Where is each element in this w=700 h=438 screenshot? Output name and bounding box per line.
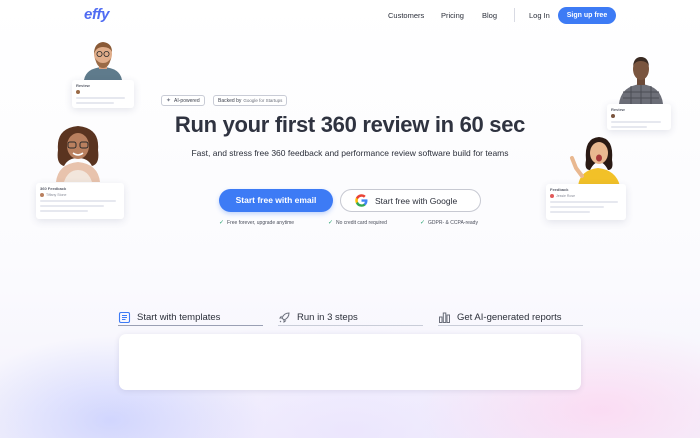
card-title: Review [76, 83, 90, 88]
tab-underline-active [118, 325, 263, 326]
google-g-icon [355, 194, 368, 207]
avatar-man-plaid [617, 52, 665, 104]
nav-divider [514, 8, 515, 22]
tab-underline [438, 325, 583, 326]
logo[interactable]: effy [84, 6, 110, 23]
sparkle-icon: ✦ [166, 98, 172, 104]
tab-run-in-3-steps[interactable]: Run in 3 steps [278, 307, 358, 327]
bar-chart-icon [439, 312, 450, 323]
start-free-google-label: Start free with Google [375, 195, 458, 206]
document-icon [118, 311, 131, 323]
nav-link-pricing[interactable]: Pricing [441, 11, 464, 20]
check-free-forever: ✓ Free forever, upgrade anytime [219, 219, 295, 227]
rocket-icon [279, 311, 290, 323]
feature-panel [119, 334, 581, 390]
ai-powered-badge: ✦ AI-powered [161, 95, 205, 106]
signup-button[interactable]: Sign up free [558, 7, 616, 24]
review-card-left: Review [72, 80, 134, 108]
avatar-man-beard [80, 38, 126, 80]
page-title: Run your first 360 review in 60 sec [174, 112, 526, 137]
card-person-name: Tiffany Stone [46, 193, 67, 197]
tab-start-with-templates[interactable]: Start with templates [118, 307, 220, 327]
check-gdpr: ✓ GDPR- & CCPA-ready [420, 219, 478, 227]
tab-underline [278, 325, 423, 326]
card-title: Feedback [550, 187, 569, 192]
top-nav: effy Customers Pricing Blog Log In Sign … [0, 0, 700, 30]
login-link[interactable]: Log In [529, 11, 550, 20]
tab-label: Get AI-generated reports [457, 311, 562, 323]
page-subtitle: Fast, and stress free 360 feedback and p… [191, 148, 509, 158]
nav-link-customers[interactable]: Customers [388, 11, 424, 20]
feedback-card-left: 360 Feedback Tiffany Stone [36, 183, 124, 219]
tab-label: Run in 3 steps [297, 311, 358, 323]
check-no-credit-card: ✓ No credit card required [328, 219, 387, 227]
google-for-startups-label: Google for Startups [243, 98, 283, 103]
tab-label: Start with templates [137, 311, 221, 323]
avatar-woman-yellow [568, 132, 624, 186]
feedback-card-right: Feedback Jessie Rose [546, 184, 626, 220]
start-free-google-button[interactable]: Start free with Google [340, 189, 481, 212]
check-icon: ✓ [219, 220, 225, 226]
check-icon: ✓ [420, 220, 426, 226]
tab-get-ai-reports[interactable]: Get AI-generated reports [438, 307, 562, 327]
card-title: 360 Feedback [40, 186, 67, 191]
backed-by-label: Backed by [218, 97, 242, 104]
check-icon: ✓ [328, 220, 334, 226]
nav-link-blog[interactable]: Blog [482, 11, 497, 20]
ai-powered-label: AI-powered [174, 97, 200, 104]
backed-by-badge: Backed by Google for Startups [213, 95, 288, 106]
card-person-name: Jessie Rose [556, 194, 576, 198]
start-free-email-button[interactable]: Start free with email [219, 189, 333, 212]
